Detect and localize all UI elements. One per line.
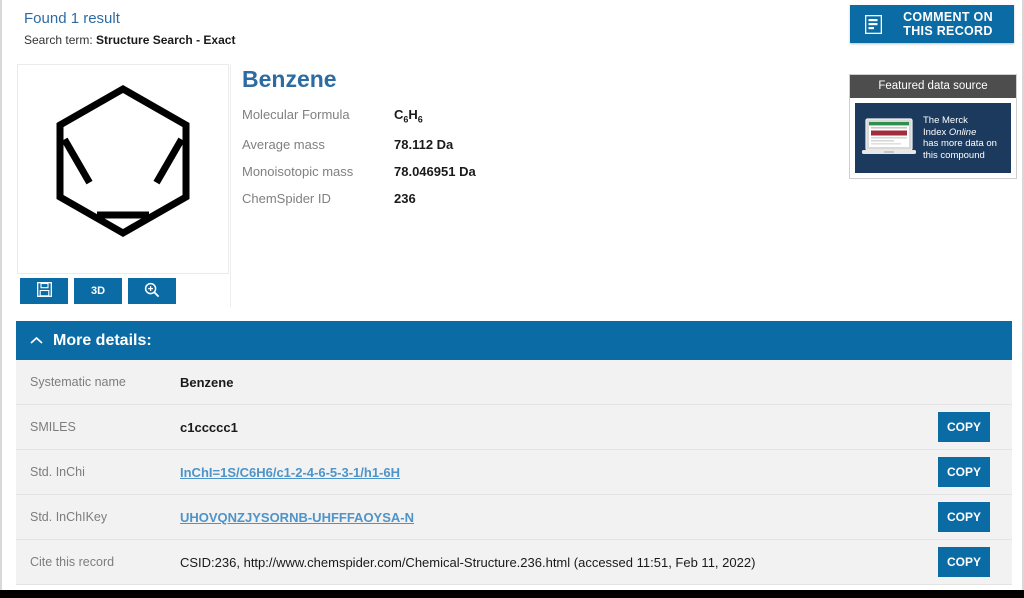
compound-summary: Benzene Molecular Formula C6H6 Average m… bbox=[242, 66, 802, 218]
comment-on-record-button[interactable]: COMMENT ON THIS RECORD bbox=[850, 5, 1014, 43]
details-table: Systematic name Benzene SMILES c1ccccc1 … bbox=[16, 360, 1012, 585]
merck-ad-line4: this compound bbox=[923, 149, 985, 161]
table-row: Std. InChIKey UHOVQNZJYSORNB-UHFFFAOYSA-… bbox=[16, 495, 1012, 540]
property-label: ChemSpider ID bbox=[242, 190, 331, 206]
view-3d-button[interactable]: 3D bbox=[74, 278, 122, 304]
view-3d-label: 3D bbox=[90, 285, 106, 297]
inchi-link[interactable]: InChI=1S/C6H6/c1-2-4-6-5-3-1/h1-6H bbox=[180, 465, 400, 480]
property-row: Average mass 78.112 Da bbox=[242, 137, 802, 152]
more-details-label: More details: bbox=[53, 331, 152, 349]
property-label: Molecular Formula bbox=[242, 107, 350, 122]
merck-ad-text: The Merck Index Online has more data on … bbox=[923, 115, 1001, 161]
search-term: Search term: Structure Search - Exact bbox=[24, 33, 235, 47]
copy-citation-button[interactable]: COPY bbox=[938, 547, 990, 577]
merck-ad-line2-em: Online bbox=[948, 126, 977, 138]
smiles-value: c1ccccc1 bbox=[180, 419, 238, 435]
floppy-disk-icon bbox=[36, 282, 52, 300]
comment-button-line1: COMMENT ON bbox=[903, 10, 993, 24]
structure-toolbar: 3D bbox=[20, 278, 176, 304]
search-term-value: Structure Search - Exact bbox=[96, 33, 236, 47]
merck-index-ad[interactable]: The Merck Index Online has more data on … bbox=[855, 103, 1011, 173]
document-lines-icon bbox=[858, 14, 888, 34]
table-row: Systematic name Benzene bbox=[16, 360, 1012, 405]
compound-title: Benzene bbox=[242, 66, 337, 92]
found-result-text: Found 1 result bbox=[24, 10, 120, 27]
bottom-black-bar bbox=[0, 590, 1024, 598]
inchikey-value: UHOVQNZJYSORNB-UHFFFAOYSA-N bbox=[180, 510, 1012, 525]
table-row: Cite this record CSID:236, http://www.ch… bbox=[16, 540, 1012, 585]
copy-inchi-button[interactable]: COPY bbox=[938, 457, 990, 487]
more-details-toggle[interactable]: More details: bbox=[16, 321, 1012, 360]
row-label: Cite this record bbox=[30, 555, 115, 569]
chevron-up-icon bbox=[30, 336, 43, 345]
benzene-structure-icon bbox=[56, 84, 190, 238]
page-container: Found 1 result Search term: Structure Se… bbox=[0, 0, 1024, 590]
merck-ad-line2-pre: Index bbox=[923, 126, 949, 138]
row-label: Std. InChIKey bbox=[30, 510, 108, 524]
merck-ad-line1: The Merck bbox=[923, 115, 968, 126]
property-row: Monoisotopic mass 78.046951 Da bbox=[242, 164, 802, 179]
row-label: SMILES bbox=[30, 420, 76, 434]
average-mass-value: 78.112 Da bbox=[394, 136, 454, 152]
zoom-structure-button[interactable] bbox=[128, 278, 176, 304]
search-term-label: Search term: bbox=[24, 33, 93, 47]
comment-button-label: COMMENT ON THIS RECORD bbox=[888, 10, 1014, 38]
inchi-value: InChI=1S/C6H6/c1-2-4-6-5-3-1/h1-6H bbox=[180, 465, 1012, 480]
monoisotopic-mass-value: 78.046951 Da bbox=[394, 163, 476, 179]
comment-button-line2: THIS RECORD bbox=[903, 24, 993, 38]
systematic-name-value: Benzene bbox=[180, 374, 234, 390]
copy-inchikey-button[interactable]: COPY bbox=[938, 502, 990, 532]
save-structure-button[interactable] bbox=[20, 278, 68, 304]
structure-image-panel[interactable] bbox=[17, 64, 229, 274]
citation-value: CSID:236, http://www.chemspider.com/Chem… bbox=[180, 554, 756, 570]
row-label: Systematic name bbox=[30, 375, 126, 389]
summary-divider bbox=[230, 64, 231, 307]
merck-ad-line3: has more data on bbox=[923, 138, 997, 149]
row-label: Std. InChi bbox=[30, 465, 85, 479]
featured-data-source-panel: Featured data source The Merck Index Onl… bbox=[849, 74, 1017, 179]
property-row: ChemSpider ID 236 bbox=[242, 191, 802, 206]
chemspider-id-value: 236 bbox=[394, 190, 416, 206]
laptop-icon bbox=[855, 115, 923, 161]
magnifier-plus-icon bbox=[144, 282, 160, 301]
copy-smiles-button[interactable]: COPY bbox=[938, 412, 990, 442]
table-row: Std. InChi InChI=1S/C6H6/c1-2-4-6-5-3-1/… bbox=[16, 450, 1012, 495]
featured-data-source-body: The Merck Index Online has more data on … bbox=[850, 98, 1016, 178]
molecular-formula-value: C6H6 bbox=[394, 107, 423, 125]
property-row: Molecular Formula C6H6 bbox=[242, 107, 802, 125]
table-row: SMILES c1ccccc1 COPY bbox=[16, 405, 1012, 450]
results-header: Found 1 result Search term: Structure Se… bbox=[2, 0, 1022, 56]
featured-data-source-header: Featured data source bbox=[850, 75, 1016, 98]
property-label: Monoisotopic mass bbox=[242, 163, 354, 179]
inchikey-link[interactable]: UHOVQNZJYSORNB-UHFFFAOYSA-N bbox=[180, 510, 414, 525]
property-label: Average mass bbox=[242, 136, 325, 152]
